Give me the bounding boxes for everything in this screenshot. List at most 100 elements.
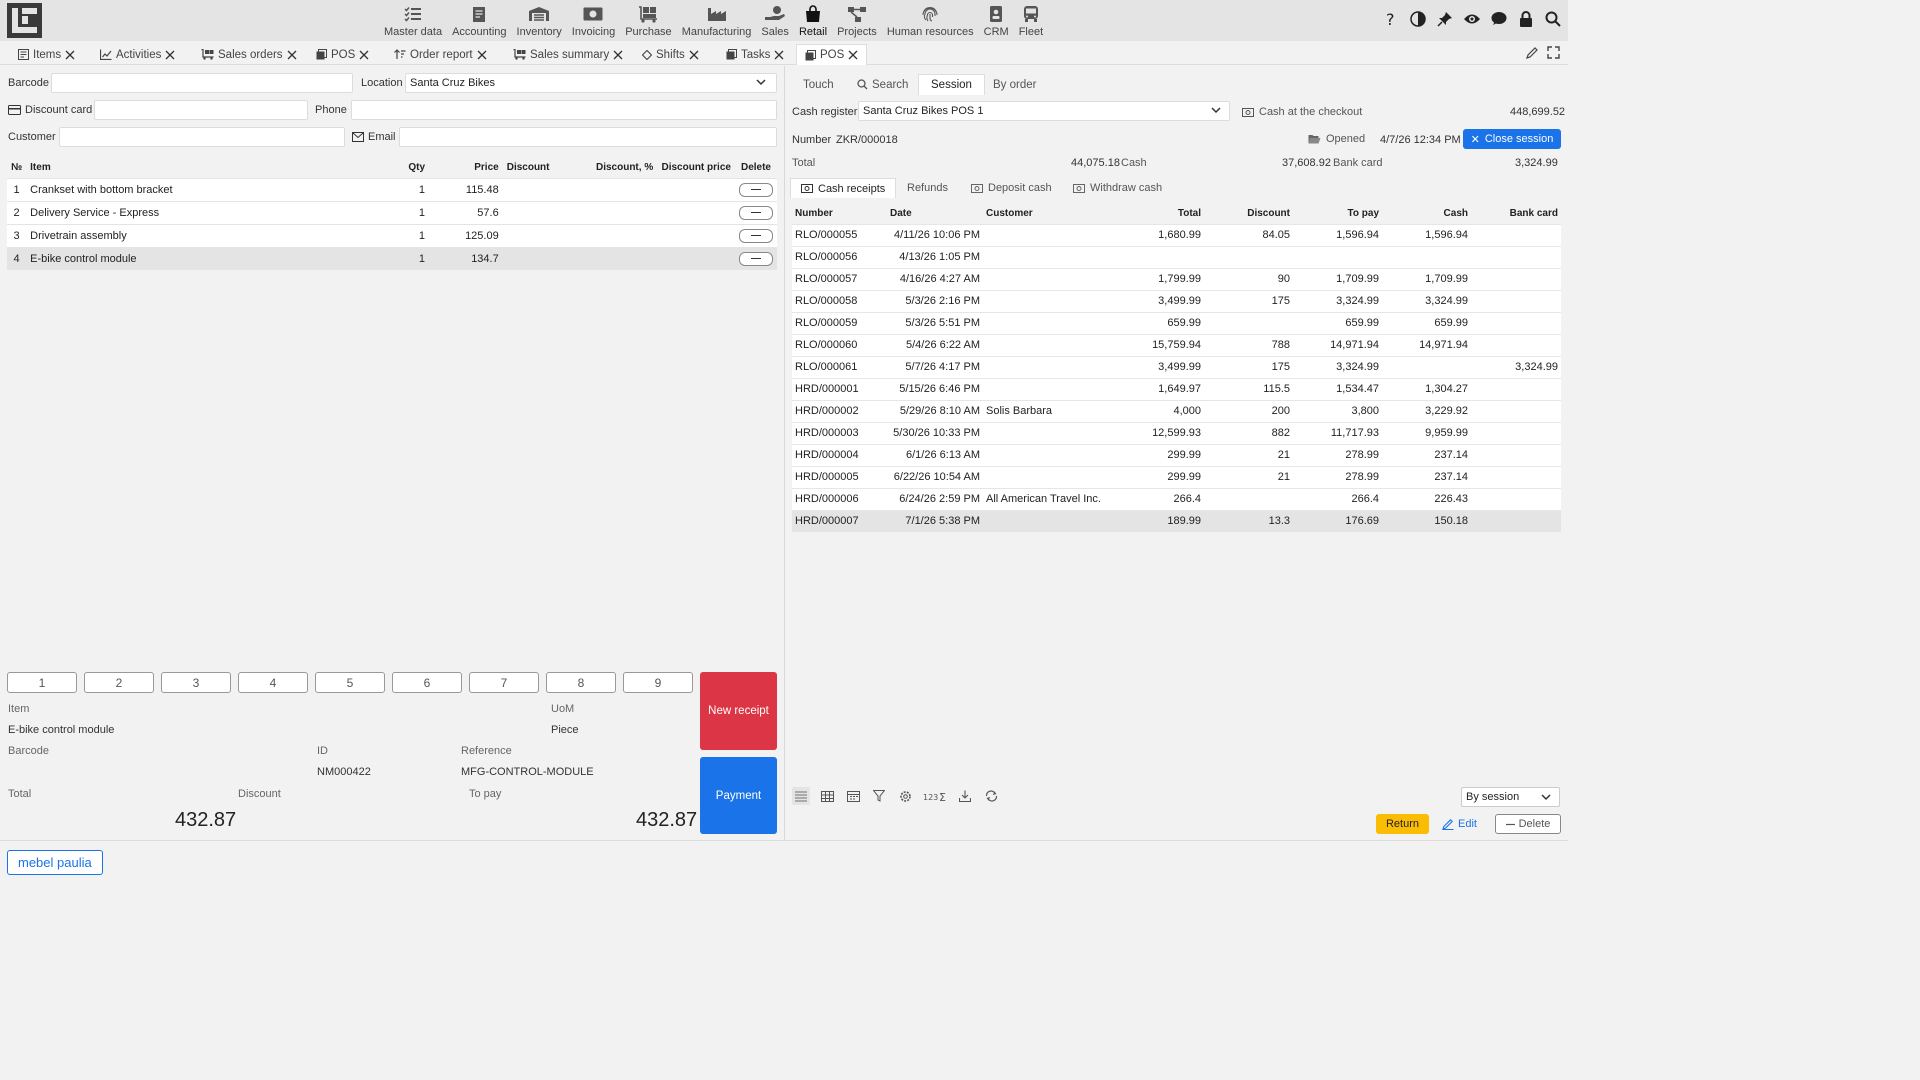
module-fleet[interactable]: Fleet [1014,0,1048,41]
email-input[interactable] [399,127,777,147]
numpad-key-5[interactable]: 5 [315,672,385,693]
tab-search[interactable]: Search [857,74,908,95]
col-price[interactable]: Price [429,158,503,178]
module-accounting[interactable]: Accounting [447,0,511,41]
download-icon[interactable] [956,787,974,805]
col-discount[interactable]: Discount [1204,204,1293,224]
subtab-refunds[interactable]: Refunds [907,178,948,198]
pin-icon[interactable] [1436,10,1454,28]
close-icon[interactable] [774,50,784,60]
col-discount[interactable]: Discount [503,158,563,178]
numpad-key-4[interactable]: 4 [238,672,308,693]
pencil-icon[interactable] [1526,46,1539,59]
table-row[interactable]: HRD/000003 5/30/26 10:33 PM 12,599.93 882 11… [792,421,1561,444]
subtab-deposit-cash[interactable]: Deposit cash [971,178,1052,198]
module-invoicing[interactable]: Invoicing [567,0,620,41]
table-row[interactable]: HRD/000001 5/15/26 6:46 PM 1,649.97 115.5 1,… [792,377,1561,400]
phone-input[interactable] [351,100,777,120]
search-icon[interactable] [1544,10,1562,28]
module-human-resources[interactable]: Human resources [882,0,979,41]
table-row[interactable]: 1 Crankset with bottom bracket 1 115.48 [7,177,777,201]
tab-session[interactable]: Session [918,74,985,95]
numpad-key-9[interactable]: 9 [623,672,693,693]
col-num[interactable]: № [7,158,26,178]
module-retail[interactable]: Retail [794,0,832,41]
close-icon[interactable] [848,50,858,60]
tab-activities[interactable]: Activities [100,44,175,65]
table-row[interactable]: HRD/000007 7/1/26 5:38 PM 189.99 13.3 176.69… [792,509,1561,532]
user-button[interactable]: mebel paulia [7,850,103,875]
tab-shifts[interactable]: Shifts [642,44,699,65]
table-row[interactable]: RLO/000060 5/4/26 6:22 AM 15,759.94 788 14,9… [792,333,1561,356]
tab-touch[interactable]: Touch [803,74,834,95]
close-icon[interactable] [65,50,75,60]
module-projects[interactable]: Projects [832,0,882,41]
location-select[interactable]: Santa Cruz Bikes [405,73,777,93]
table-row[interactable]: HRD/000002 5/29/26 8:10 AM Solis Barbara 4,… [792,399,1561,422]
customer-input[interactable] [59,127,345,147]
delete-row-button[interactable] [738,205,773,220]
table-row[interactable]: HRD/000004 6/1/26 6:13 AM 299.99 21 278.99 23… [792,443,1561,466]
close-icon[interactable] [689,50,699,60]
gear-icon[interactable] [896,787,914,805]
col-discount-pct[interactable]: Discount, % [563,158,658,178]
help-icon[interactable]: ? [1382,10,1400,28]
module-inventory[interactable]: Inventory [512,0,567,41]
col-date[interactable]: Date [887,204,983,224]
tab-sales-orders[interactable]: Sales orders [201,44,297,65]
table-row[interactable]: RLO/000055 4/11/26 10:06 PM 1,680.99 84.05 1… [792,223,1561,246]
eye-icon[interactable] [1463,10,1481,28]
table-row[interactable]: HRD/000005 6/22/26 10:54 AM 299.99 21 278.99… [792,465,1561,488]
module-master-data[interactable]: Master data [379,0,447,41]
numpad-key-7[interactable]: 7 [469,672,539,693]
cash-register-select[interactable]: Santa Cruz Bikes POS 1 [858,101,1230,121]
edit-button[interactable]: Edit [1442,814,1477,834]
list-view-icon[interactable] [792,787,810,805]
refresh-icon[interactable] [982,787,1000,805]
chat-icon[interactable] [1490,10,1508,28]
col-qty[interactable]: Qty [379,158,429,178]
tab-by-order[interactable]: By order [993,74,1036,95]
numpad-key-8[interactable]: 8 [546,672,616,693]
col-topay[interactable]: To pay [1293,204,1382,224]
grid-view-icon[interactable] [818,787,836,805]
delete-row-button[interactable] [738,182,773,197]
close-icon[interactable] [477,50,487,60]
tab-pos[interactable]: POS [796,44,868,65]
table-row[interactable]: RLO/000061 5/7/26 4:17 PM 3,499.99 175 3,324… [792,355,1561,378]
table-row[interactable]: RLO/000056 4/13/26 1:05 PM [792,245,1561,268]
numpad-key-3[interactable]: 3 [161,672,231,693]
module-manufacturing[interactable]: Manufacturing [677,0,757,41]
calendar-icon[interactable] [844,787,862,805]
return-button[interactable]: Return [1376,814,1429,834]
barcode-input[interactable] [51,73,353,93]
subtab-withdraw-cash[interactable]: Withdraw cash [1073,178,1162,198]
tab-items[interactable]: Items [18,44,75,65]
subtab-cash-receipts[interactable]: Cash receipts [790,178,897,198]
tab-order-report[interactable]: Order report [394,44,487,65]
col-delete[interactable]: Delete [735,158,777,178]
numpad-key-6[interactable]: 6 [392,672,462,693]
filter-icon[interactable] [870,787,888,805]
module-purchase[interactable]: Purchase [620,0,676,41]
table-row[interactable]: 4 E-bike control module 1 134.7 [7,246,777,270]
table-row[interactable]: RLO/000057 4/16/26 4:27 AM 1,799.99 90 1,709… [792,267,1561,290]
col-discount-price[interactable]: Discount price [657,158,735,178]
delete-row-button[interactable] [738,251,773,266]
col-number[interactable]: Number [792,204,887,224]
table-row[interactable]: 2 Delivery Service - Express 1 57.6 [7,200,777,224]
numpad-key-1[interactable]: 1 [7,672,77,693]
contrast-icon[interactable] [1409,10,1427,28]
col-item[interactable]: Item [26,158,379,178]
expand-icon[interactable] [1547,46,1560,59]
col-customer[interactable]: Customer [983,204,1108,224]
table-row[interactable]: RLO/000058 5/3/26 2:16 PM 3,499.99 175 3,324… [792,289,1561,312]
discount-card-input[interactable] [94,100,308,120]
module-crm[interactable]: CRM [979,0,1014,41]
module-sales[interactable]: Sales [756,0,794,41]
col-cash[interactable]: Cash [1382,204,1471,224]
col-bankcard[interactable]: Bank card [1471,204,1561,224]
table-row[interactable]: HRD/000006 6/24/26 2:59 PM All American Tr… [792,487,1561,510]
tab-tasks[interactable]: Tasks [726,44,784,65]
close-icon[interactable] [359,50,369,60]
